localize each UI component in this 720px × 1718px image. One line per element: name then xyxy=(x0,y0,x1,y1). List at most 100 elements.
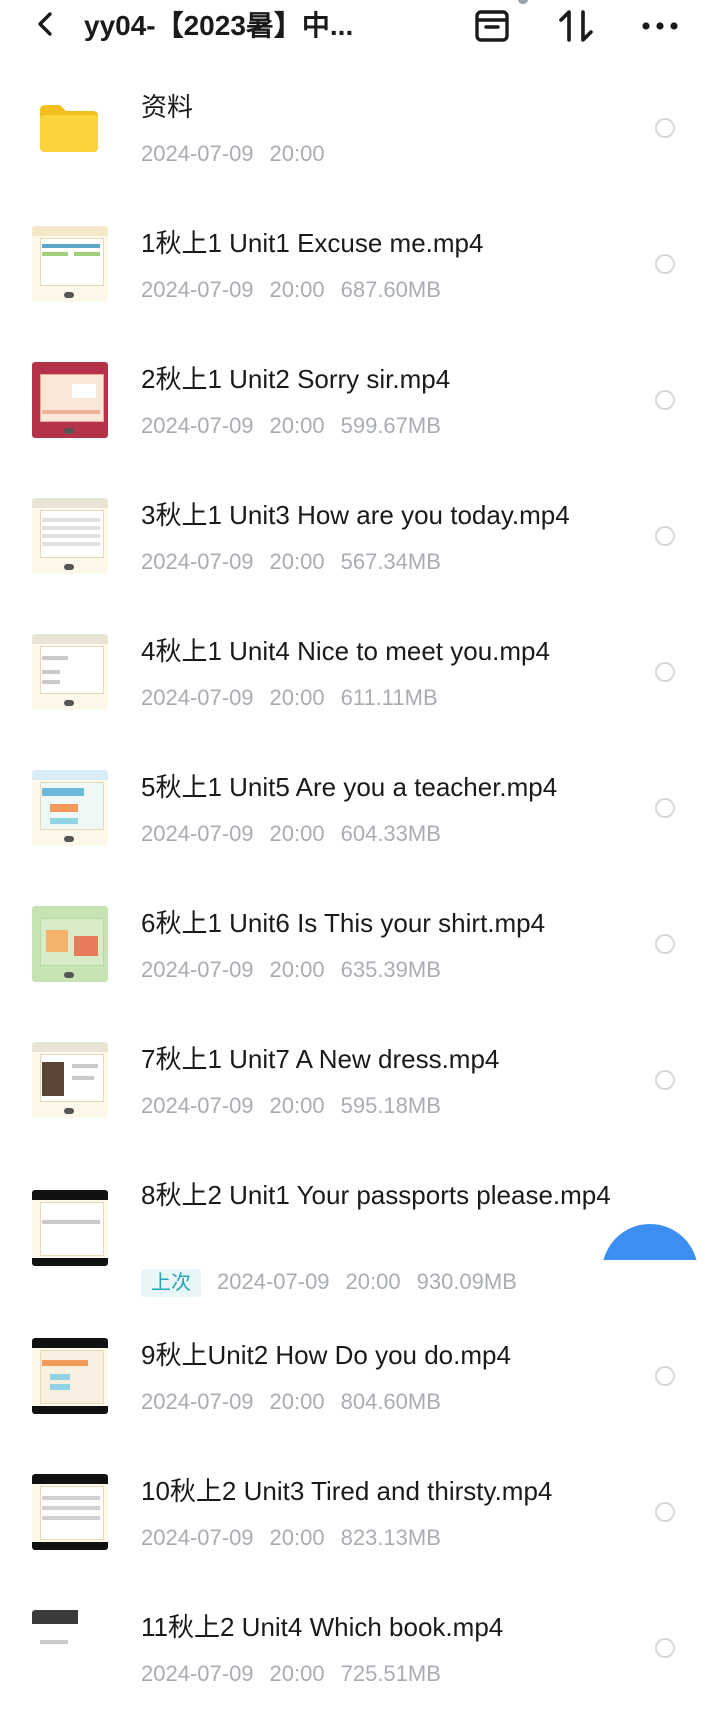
file-time: 20:00 xyxy=(269,1093,325,1118)
select-radio[interactable] xyxy=(655,1366,675,1386)
list-item[interactable]: 资料 2024-07-09 20:00 xyxy=(0,60,720,196)
file-name: 9秋上Unit2 How Do you do.mp4 xyxy=(141,1340,511,1370)
list-item[interactable]: 4秋上1 Unit4 Nice to meet you.mp4 2024-07-… xyxy=(0,604,720,740)
file-date: 2024-07-09 xyxy=(141,685,254,710)
back-button[interactable] xyxy=(30,8,62,40)
file-date: 2024-07-09 xyxy=(141,821,254,846)
file-name: 10秋上2 Unit3 Tired and thirsty.mp4 xyxy=(141,1476,553,1506)
select-radio[interactable] xyxy=(655,1502,675,1522)
sort-icon xyxy=(559,10,593,42)
file-time: 20:00 xyxy=(269,277,325,302)
file-time: 20:00 xyxy=(269,549,325,574)
select-radio[interactable] xyxy=(655,1070,675,1090)
file-name: 1秋上1 Unit1 Excuse me.mp4 xyxy=(141,228,484,258)
file-date: 2024-07-09 xyxy=(217,1269,330,1294)
file-date: 2024-07-09 xyxy=(141,277,254,302)
file-size: 930.09MB xyxy=(416,1269,517,1294)
select-radio[interactable] xyxy=(655,1638,675,1658)
select-radio[interactable] xyxy=(655,390,675,410)
video-thumbnail xyxy=(32,1610,108,1686)
file-time: 20:00 xyxy=(269,1661,325,1686)
file-size: 804.60MB xyxy=(340,1389,441,1414)
list-item[interactable]: 9秋上Unit2 How Do you do.mp4 2024-07-09 20:… xyxy=(0,1308,720,1444)
file-date: 2024-07-09 xyxy=(141,1525,254,1550)
file-time: 20:00 xyxy=(269,957,325,982)
file-name: 7秋上1 Unit7 A New dress.mp4 xyxy=(141,1044,500,1074)
select-radio[interactable] xyxy=(655,118,675,138)
file-time: 20:00 xyxy=(269,1389,325,1414)
sort-button[interactable] xyxy=(556,6,596,46)
list-item[interactable]: 8秋上2 Unit1 Your passports please.mp4 上次 2… xyxy=(0,1148,720,1308)
file-time: 20:00 xyxy=(269,413,325,438)
chevron-left-icon xyxy=(38,12,52,36)
list-item[interactable]: 5秋上1 Unit5 Are you a teacher.mp4 2024-07… xyxy=(0,740,720,876)
video-thumbnail xyxy=(32,1338,108,1414)
select-radio[interactable] xyxy=(655,934,675,954)
file-size: 567.34MB xyxy=(340,549,441,574)
file-time: 20:00 xyxy=(345,1269,401,1294)
file-date: 2024-07-09 xyxy=(141,549,254,574)
select-radio[interactable] xyxy=(655,526,675,546)
file-time: 20:00 xyxy=(269,141,325,166)
file-date: 2024-07-09 xyxy=(141,957,254,982)
file-name: 6秋上1 Unit6 Is This your shirt.mp4 xyxy=(141,908,546,938)
list-item[interactable]: 11秋上2 Unit4 Which book.mp4 2024-07-09 20:… xyxy=(0,1580,720,1716)
file-meta: 2024-07-09 20:00 599.67MB xyxy=(141,412,457,440)
list-item[interactable]: 7秋上1 Unit7 A New dress.mp4 2024-07-09 20:… xyxy=(0,1012,720,1148)
file-size: 599.67MB xyxy=(340,413,441,438)
video-thumbnail xyxy=(32,226,108,302)
list-item[interactable]: 1秋上1 Unit1 Excuse me.mp4 2024-07-09 20:00… xyxy=(0,196,720,332)
file-name: 3秋上1 Unit3 How are you today.mp4 xyxy=(141,500,570,530)
file-meta: 2024-07-09 20:00 804.60MB xyxy=(141,1388,457,1416)
file-size: 687.60MB xyxy=(340,277,441,302)
file-name: 2秋上1 Unit2 Sorry sir.mp4 xyxy=(141,364,451,394)
video-thumbnail xyxy=(32,906,108,982)
video-thumbnail xyxy=(32,634,108,710)
list-item[interactable]: 3秋上1 Unit3 How are you today.mp4 2024-07… xyxy=(0,468,720,604)
video-thumbnail xyxy=(32,1042,108,1118)
video-thumbnail xyxy=(32,1190,108,1266)
archive-button[interactable] xyxy=(472,6,512,46)
file-meta: 2024-07-09 20:00 604.33MB xyxy=(141,820,457,848)
file-meta: 2024-07-09 20:00 595.18MB xyxy=(141,1092,457,1120)
file-meta: 2024-07-09 20:00 725.51MB xyxy=(141,1660,457,1688)
file-name: 8秋上2 Unit1 Your passports please.mp4 xyxy=(141,1180,611,1210)
file-list: 资料 2024-07-09 20:00 1秋上1 Unit1 Excuse me.… xyxy=(0,60,720,1716)
file-meta: 2024-07-09 20:00 823.13MB xyxy=(141,1524,457,1552)
list-item[interactable]: 6秋上1 Unit6 Is This your shirt.mp4 2024-0… xyxy=(0,876,720,1012)
file-date: 2024-07-09 xyxy=(141,413,254,438)
video-thumbnail xyxy=(32,362,108,438)
file-size: 823.13MB xyxy=(340,1525,441,1550)
file-date: 2024-07-09 xyxy=(141,1389,254,1414)
folder-icon xyxy=(40,105,98,152)
top-bar: yy04-【2023暑】中... xyxy=(0,0,720,56)
file-size: 595.18MB xyxy=(340,1093,441,1118)
video-thumbnail xyxy=(32,1474,108,1550)
file-meta: 2024-07-09 20:00 611.11MB xyxy=(141,684,454,712)
file-meta: 上次 2024-07-09 20:00 930.09MB xyxy=(141,1268,533,1297)
archive-box-icon xyxy=(475,10,509,42)
file-name: 资料 xyxy=(141,92,194,122)
file-date: 2024-07-09 xyxy=(141,141,254,166)
list-item[interactable]: 2秋上1 Unit2 Sorry sir.mp4 2024-07-09 20:00… xyxy=(0,332,720,468)
file-time: 20:00 xyxy=(269,1525,325,1550)
select-radio[interactable] xyxy=(655,662,675,682)
file-size: 635.39MB xyxy=(340,957,441,982)
select-radio[interactable] xyxy=(655,798,675,818)
select-radio[interactable] xyxy=(655,254,675,274)
file-meta: 2024-07-09 20:00 687.60MB xyxy=(141,276,457,304)
file-meta: 2024-07-09 20:00 567.34MB xyxy=(141,548,457,576)
more-icon xyxy=(642,22,678,30)
file-meta: 2024-07-09 20:00 xyxy=(141,140,341,168)
file-name: 11秋上2 Unit4 Which book.mp4 xyxy=(141,1612,504,1642)
file-name: 4秋上1 Unit4 Nice to meet you.mp4 xyxy=(141,636,550,666)
file-date: 2024-07-09 xyxy=(141,1661,254,1686)
file-size: 725.51MB xyxy=(340,1661,441,1686)
more-button[interactable] xyxy=(640,6,680,46)
file-name: 5秋上1 Unit5 Are you a teacher.mp4 xyxy=(141,772,558,802)
list-item[interactable]: 10秋上2 Unit3 Tired and thirsty.mp4 2024-0… xyxy=(0,1444,720,1580)
last-viewed-badge: 上次 xyxy=(141,1269,201,1297)
file-size: 611.11MB xyxy=(340,685,438,710)
file-time: 20:00 xyxy=(269,685,325,710)
video-thumbnail xyxy=(32,770,108,846)
